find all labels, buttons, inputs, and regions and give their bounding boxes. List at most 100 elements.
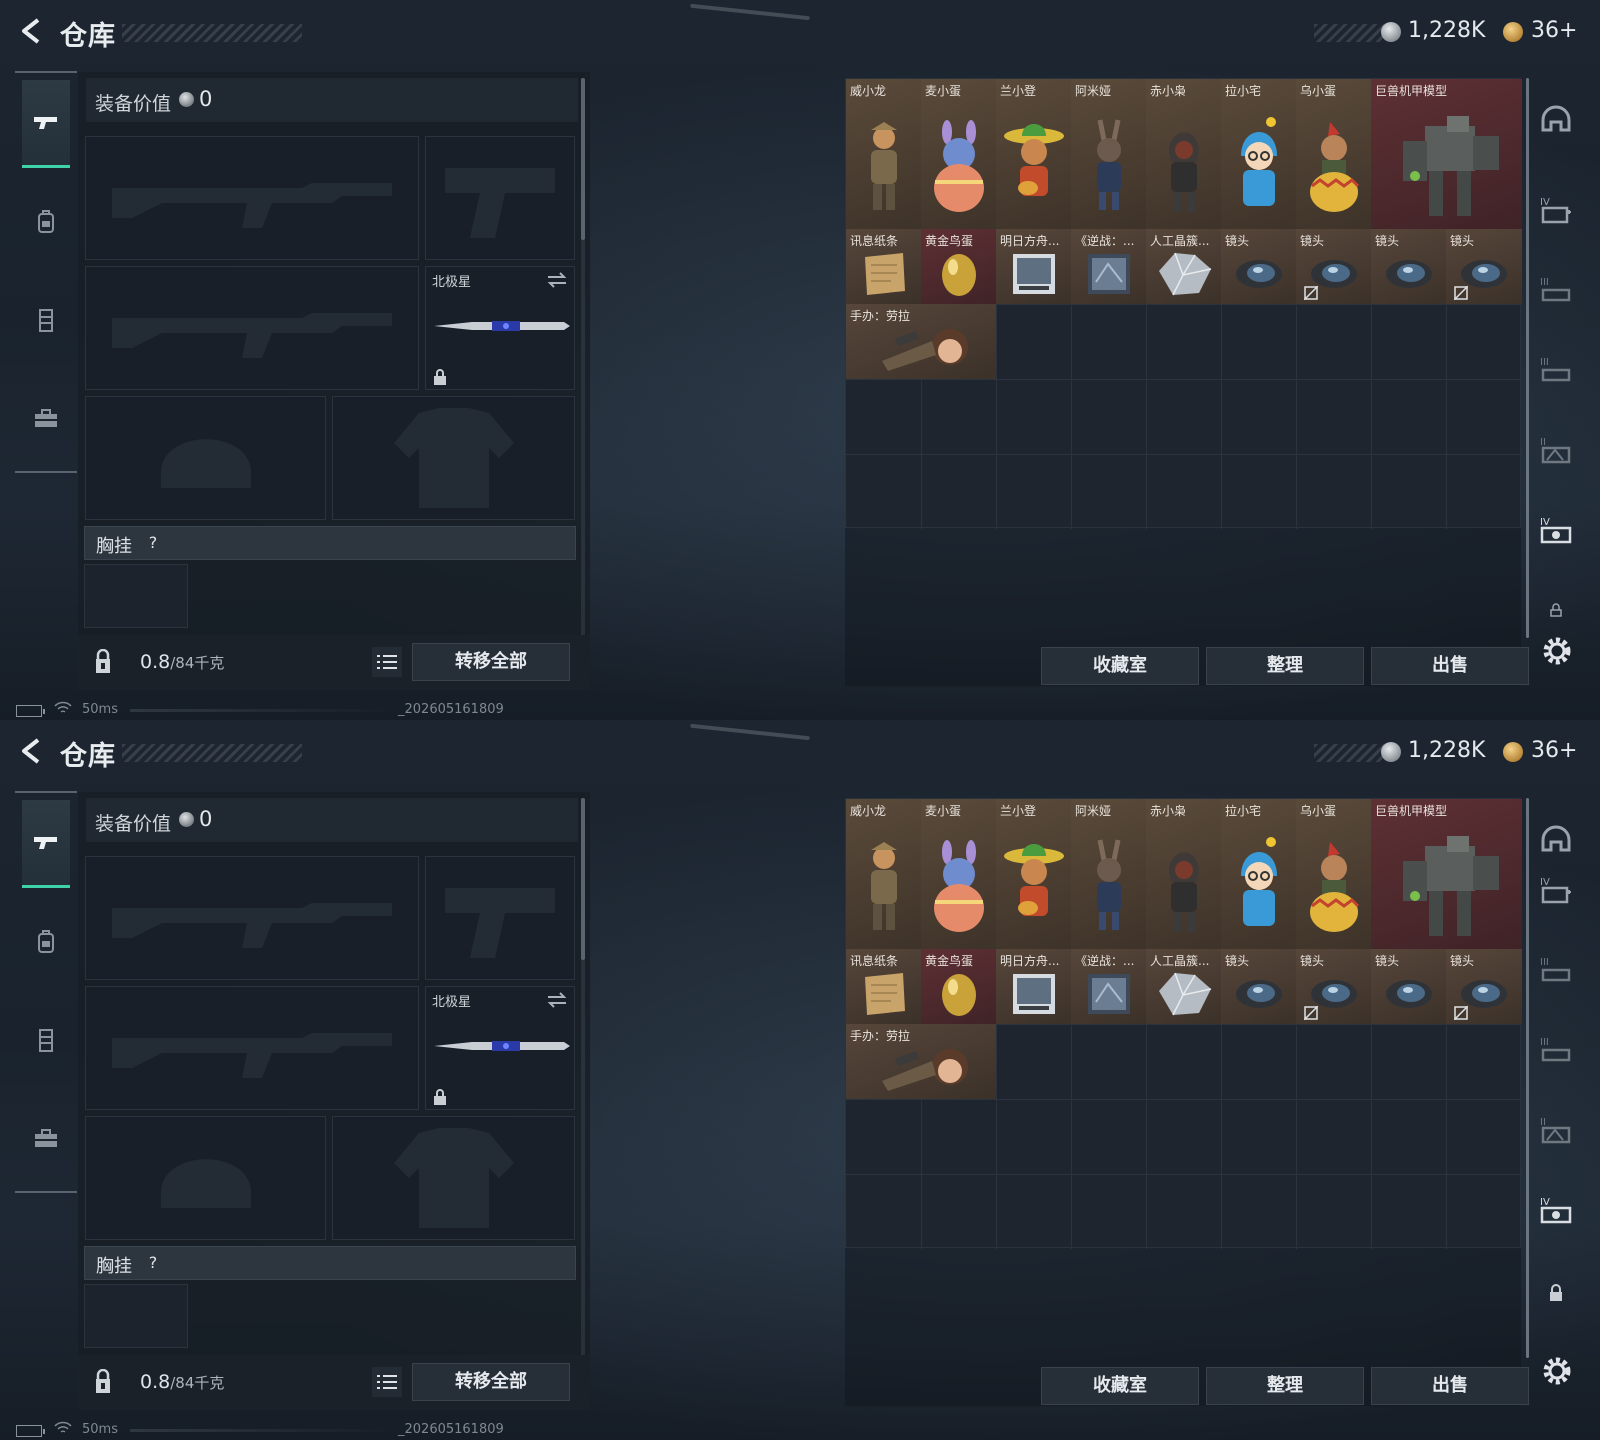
equipment-footer: 0.8/84千克 转移全部	[78, 1355, 590, 1410]
rifle-slot-2[interactable]	[85, 986, 419, 1110]
filter-tier-iii[interactable]: III	[1535, 270, 1577, 312]
gold-balance[interactable]: 36+	[1531, 18, 1577, 43]
filter-tier-iii-b[interactable]: III	[1535, 350, 1577, 392]
nav-vest[interactable]	[22, 996, 70, 1084]
item-figure-lanxiaodeng[interactable]: 兰小登	[996, 79, 1071, 229]
transfer-all-button[interactable]: 转移全部	[412, 643, 570, 681]
item-nizhan-album[interactable]: 《逆战：...	[1071, 949, 1146, 1024]
item-message-note[interactable]: 讯息纸条	[846, 949, 921, 1024]
settings-gear-icon[interactable]	[1540, 1354, 1574, 1388]
equipment-scroll-thumb[interactable]	[581, 78, 585, 240]
item-lens[interactable]: 镜头	[1371, 229, 1446, 304]
item-figure-lara[interactable]: 手办：劳拉	[846, 304, 996, 379]
inventory-scrollbar[interactable]	[1526, 798, 1529, 1358]
swap-arrows-icon[interactable]	[546, 991, 568, 1009]
item-figure-weixiaolong[interactable]: 威小龙	[846, 79, 921, 229]
item-lens[interactable]: 镜头	[1296, 229, 1371, 304]
list-view-button[interactable]	[372, 1367, 402, 1397]
item-figure-maixiaodan[interactable]: 麦小蛋	[921, 799, 996, 949]
item-lens[interactable]: 镜头	[1221, 949, 1296, 1024]
help-button[interactable]: ?	[142, 531, 164, 555]
equipment-value-label: 装备价值	[95, 93, 172, 115]
filter-tier-ii[interactable]: II	[1535, 430, 1577, 472]
item-figure-chixiaoxiao[interactable]: 赤小枭	[1146, 799, 1221, 949]
filter-tier-iv-camera[interactable]: IV	[1535, 1190, 1577, 1232]
filter-tier-iii-b[interactable]: III	[1535, 1030, 1577, 1072]
item-figure-laxiaozhai[interactable]: 拉小宅	[1221, 799, 1296, 949]
item-figure-chixiaoxiao[interactable]: 赤小枭	[1146, 79, 1221, 229]
item-lens[interactable]: 镜头	[1221, 229, 1296, 304]
list-view-button[interactable]	[372, 647, 402, 677]
item-lens[interactable]: 镜头	[1446, 949, 1522, 1024]
chest-rig-slot[interactable]	[84, 1284, 188, 1348]
rifle-slot-2[interactable]	[85, 266, 419, 390]
nav-vest[interactable]	[22, 276, 70, 364]
sell-button[interactable]: 出售	[1371, 1367, 1529, 1405]
nav-weapons[interactable]	[22, 800, 70, 888]
primary-weapon-slot[interactable]	[85, 856, 419, 980]
nav-tools[interactable]	[22, 374, 70, 462]
item-figure-wuxiaodan[interactable]: 乌小蛋	[1296, 799, 1371, 949]
secondary-weapon-slot[interactable]	[425, 136, 575, 260]
filter-locked[interactable]	[1535, 588, 1577, 630]
filter-tier-iv[interactable]: IV	[1535, 190, 1577, 232]
melee-slot[interactable]: 北极星	[425, 986, 575, 1110]
item-golden-egg[interactable]: 黄金鸟蛋	[921, 949, 996, 1024]
primary-weapon-slot[interactable]	[85, 136, 419, 260]
armor-slot[interactable]	[332, 1116, 575, 1240]
filter-tier-iv[interactable]: IV	[1535, 870, 1577, 912]
item-nizhan-album[interactable]: 《逆战：...	[1071, 229, 1146, 304]
filter-locked[interactable]	[1535, 1272, 1577, 1314]
filter-helmet[interactable]	[1535, 100, 1577, 142]
sort-button[interactable]: 整理	[1206, 1367, 1364, 1405]
nav-tools[interactable]	[22, 1094, 70, 1182]
item-figure-lara[interactable]: 手办：劳拉	[846, 1024, 996, 1099]
secondary-weapon-slot[interactable]	[425, 856, 575, 980]
item-lens[interactable]: 镜头	[1371, 949, 1446, 1024]
item-name: 乌小蛋	[1300, 804, 1337, 818]
filter-tier-iii[interactable]: III	[1535, 950, 1577, 992]
item-figure-amiya[interactable]: 阿米娅	[1071, 79, 1146, 229]
helmet-slot[interactable]	[85, 396, 326, 520]
collection-room-button[interactable]: 收藏室	[1041, 647, 1199, 685]
inventory-scrollbar[interactable]	[1526, 78, 1529, 638]
item-figure-laxiaozhai[interactable]: 拉小宅	[1221, 79, 1296, 229]
chest-rig-slot[interactable]	[84, 564, 188, 628]
sell-button[interactable]: 出售	[1371, 647, 1529, 685]
swap-arrows-icon[interactable]	[546, 271, 568, 289]
help-button[interactable]: ?	[142, 1251, 164, 1275]
filter-tier-ii[interactable]: II	[1535, 1110, 1577, 1152]
gold-balance[interactable]: 36+	[1531, 738, 1577, 763]
item-artificial-crystal[interactable]: 人工晶簇...	[1146, 229, 1221, 304]
item-lens[interactable]: 镜头	[1446, 229, 1522, 304]
nav-backpack[interactable]	[22, 898, 70, 986]
item-figure-amiya[interactable]: 阿米娅	[1071, 799, 1146, 949]
item-mecha-model[interactable]: 巨兽机甲模型	[1371, 799, 1522, 949]
item-arknights-album[interactable]: 明日方舟...	[996, 949, 1071, 1024]
nav-weapons[interactable]	[22, 80, 70, 168]
item-figure-maixiaodan[interactable]: 麦小蛋	[921, 79, 996, 229]
helmet-slot[interactable]	[85, 1116, 326, 1240]
item-figure-lanxiaodeng[interactable]: 兰小登	[996, 799, 1071, 949]
filter-helmet[interactable]	[1535, 820, 1577, 862]
settings-gear-icon[interactable]	[1540, 634, 1574, 668]
back-arrow-icon[interactable]	[16, 736, 46, 766]
transfer-all-button[interactable]: 转移全部	[412, 1363, 570, 1401]
item-artificial-crystal[interactable]: 人工晶簇...	[1146, 949, 1221, 1024]
armor-slot[interactable]	[332, 396, 575, 520]
nav-backpack[interactable]	[22, 178, 70, 266]
item-figure-weixiaolong[interactable]: 威小龙	[846, 799, 921, 949]
item-arknights-album[interactable]: 明日方舟...	[996, 229, 1071, 304]
back-arrow-icon[interactable]	[16, 16, 46, 46]
item-mecha-model[interactable]: 巨兽机甲模型	[1371, 79, 1522, 229]
item-lens[interactable]: 镜头	[1296, 949, 1371, 1024]
filter-tier-iv-camera[interactable]: IV	[1535, 510, 1577, 552]
melee-slot[interactable]: 北极星	[425, 266, 575, 390]
nav-divider	[15, 1191, 77, 1193]
equipment-scroll-thumb[interactable]	[581, 798, 585, 960]
item-golden-egg[interactable]: 黄金鸟蛋	[921, 229, 996, 304]
item-message-note[interactable]: 讯息纸条	[846, 229, 921, 304]
sort-button[interactable]: 整理	[1206, 647, 1364, 685]
item-figure-wuxiaodan[interactable]: 乌小蛋	[1296, 79, 1371, 229]
collection-room-button[interactable]: 收藏室	[1041, 1367, 1199, 1405]
